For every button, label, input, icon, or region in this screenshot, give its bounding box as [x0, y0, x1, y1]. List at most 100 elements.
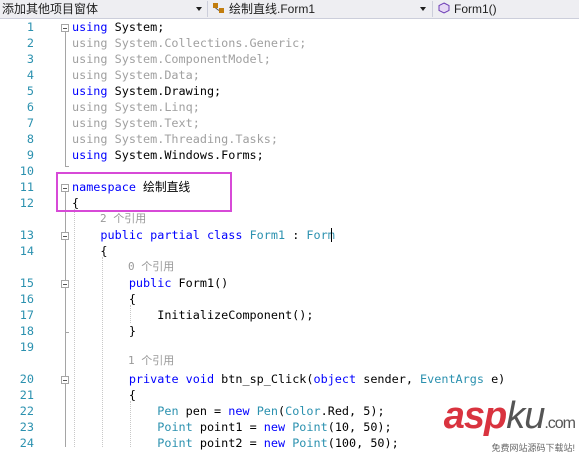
member-dropdown-label: Form1()	[454, 2, 497, 16]
code-text: InitializeComponent();	[72, 307, 313, 323]
navigation-bar: 添加其他项目窗体 绘制直线.Form1 Form1()	[0, 0, 579, 19]
code-line[interactable]: 19	[0, 339, 579, 355]
code-token: e)	[483, 372, 506, 386]
line-number: 11	[19, 180, 34, 194]
code-token: using System.Data;	[72, 68, 200, 82]
line-number: 14	[19, 244, 34, 258]
watermark-com: .com	[544, 415, 576, 432]
class-icon	[212, 1, 225, 18]
line-number: 8	[26, 132, 34, 146]
codelens-class-references[interactable]: 2 个引用	[100, 211, 146, 227]
project-dropdown[interactable]: 添加其他项目窗体	[2, 0, 192, 18]
code-token: InitializeComponent();	[72, 308, 314, 322]
code-token: using System.Collections.Generic;	[72, 36, 307, 50]
code-text: {	[72, 291, 136, 307]
divider	[432, 1, 433, 17]
code-text: }	[72, 323, 136, 339]
project-dropdown-chevron-icon[interactable]	[196, 7, 202, 11]
text-caret	[331, 228, 332, 242]
line-number: 20	[19, 372, 34, 386]
code-token: using System.Threading.Tasks;	[72, 132, 278, 146]
watermark-tagline: 免费网站源码下载站!	[491, 443, 575, 453]
member-dropdown[interactable]: Form1()	[438, 0, 578, 18]
code-token: Form1()	[171, 276, 229, 290]
code-token: {	[72, 388, 136, 402]
line-number: 6	[26, 100, 34, 114]
line-number: 21	[19, 388, 34, 402]
code-editor[interactable]: 1 using System; 2 using System.Collections.…	[0, 19, 579, 450]
code-text: using System.Text;	[72, 115, 200, 131]
code-line[interactable]: 13 public partial class Form1 : Form	[0, 227, 579, 243]
code-token: sender,	[356, 372, 421, 386]
code-text: using System.Data;	[72, 67, 200, 83]
code-line[interactable]: 9 using System.Windows.Forms;	[0, 147, 579, 163]
code-token: Point	[292, 420, 328, 434]
code-line[interactable]: 20 private void btn_sp_Click(object send…	[0, 371, 579, 387]
codelens-constructor-references[interactable]: 0 个引用	[128, 259, 174, 275]
line-number: 23	[19, 420, 34, 434]
line-number: 17	[19, 308, 34, 322]
class-dropdown-chevron-icon[interactable]	[420, 7, 426, 11]
line-number: 16	[19, 292, 34, 306]
code-token: using System.ComponentModel;	[72, 52, 271, 66]
code-token: public	[128, 276, 172, 290]
code-token: (10, 50);	[327, 420, 392, 434]
code-line[interactable]: 18 }	[0, 323, 579, 339]
code-token: System.Drawing;	[107, 84, 222, 98]
code-token: Color	[285, 404, 321, 418]
code-token: Point	[292, 436, 328, 450]
line-number: 1	[26, 20, 34, 34]
code-token: using	[72, 20, 108, 34]
code-text: using System.Drawing;	[72, 83, 221, 99]
divider	[207, 1, 208, 17]
code-text: public partial class Form1 : Form	[72, 227, 334, 243]
code-line[interactable]: 16 {	[0, 291, 579, 307]
code-line[interactable]: 7 using System.Text;	[0, 115, 579, 131]
code-line[interactable]: 2 using System.Collections.Generic;	[0, 35, 579, 51]
code-line[interactable]: 3 using System.ComponentModel;	[0, 51, 579, 67]
code-line[interactable]: 8 using System.Threading.Tasks;	[0, 131, 579, 147]
code-text: private void btn_sp_Click(object sender,…	[72, 371, 505, 387]
code-token: public partial class	[100, 228, 243, 242]
code-text: using System.Collections.Generic;	[72, 35, 306, 51]
code-token: object	[313, 372, 357, 386]
code-token: EventArgs	[420, 372, 484, 386]
code-text: Point point1 = new Point(10, 50);	[72, 419, 392, 435]
code-text: using System.Windows.Forms;	[72, 147, 264, 163]
code-line[interactable]: 6 using System.Linq;	[0, 99, 579, 115]
line-number: 3	[26, 52, 34, 66]
code-line[interactable]: 17 InitializeComponent();	[0, 307, 579, 323]
code-token: using	[72, 148, 108, 162]
code-line[interactable]: 4 using System.Data;	[0, 67, 579, 83]
code-token: using System.Linq;	[72, 100, 200, 114]
line-number: 5	[26, 84, 34, 98]
line-number: 19	[19, 340, 34, 354]
code-token: new	[263, 420, 286, 434]
line-number: 24	[19, 436, 34, 450]
line-number: 18	[19, 324, 34, 338]
code-text: {	[72, 387, 136, 403]
code-token: Point	[157, 420, 193, 434]
code-text: using System.ComponentModel;	[72, 51, 271, 67]
class-dropdown[interactable]: 绘制直线.Form1	[212, 0, 412, 18]
watermark-asp: asp	[443, 395, 507, 437]
code-token: new	[228, 404, 250, 418]
code-line[interactable]: 14 {	[0, 243, 579, 259]
code-line[interactable]: 15 public Form1()	[0, 275, 579, 291]
code-token: .Red, 5);	[320, 404, 385, 418]
line-number: 12	[19, 196, 34, 210]
line-number: 7	[26, 116, 34, 130]
code-token: Form1	[249, 228, 286, 242]
code-token: System;	[107, 20, 165, 34]
code-token: btn_sp_Click(	[214, 372, 314, 386]
code-line[interactable]: 5 using System.Drawing;	[0, 83, 579, 99]
code-line[interactable]: 1 using System;	[0, 19, 579, 35]
code-token: point2 =	[192, 436, 264, 450]
code-text: Pen pen = new Pen(Color.Red, 5);	[72, 403, 385, 419]
line-number: 10	[19, 164, 34, 178]
code-token: point1 =	[192, 420, 264, 434]
codelens-method-references[interactable]: 1 个引用	[128, 353, 174, 369]
watermark-logo: aspku.com 免费网站源码下载站!	[400, 395, 576, 453]
